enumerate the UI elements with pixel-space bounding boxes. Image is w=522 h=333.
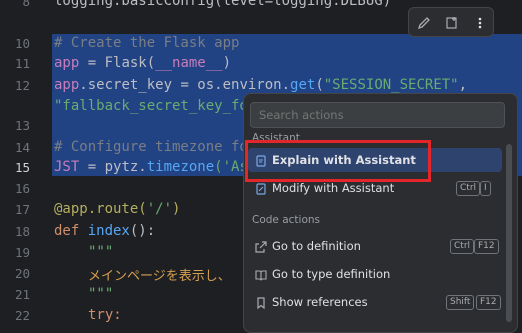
line-number: 12	[14, 78, 30, 93]
assistant-add-icon[interactable]	[441, 12, 463, 34]
shortcut-key: Shift	[446, 295, 475, 310]
line-number: 17	[14, 202, 30, 217]
code-line-comment: # Configure timezone fo	[54, 139, 248, 155]
code-line: app.secret_key = os.environ.get("SESSION…	[54, 77, 468, 93]
shortcut-key: F12	[474, 239, 499, 254]
search-actions-input[interactable]	[250, 102, 505, 128]
code-line-docstring: """	[88, 286, 114, 302]
code-line-decorator: @app.route('/')	[54, 201, 181, 217]
code-line-docstring: メインページを表示し、	[88, 269, 231, 284]
menu-item-label: Show references	[272, 295, 368, 309]
menu-item-show-references[interactable]: Show references Shift F12	[248, 290, 502, 314]
shortcut-key: Ctrl	[456, 181, 481, 196]
line-number: 8	[22, 0, 30, 9]
line-number: 18	[14, 224, 30, 239]
code-line-comment: # Create the Flask app	[54, 35, 240, 51]
line-number: 13	[14, 118, 30, 133]
shortcut-key: F12	[476, 295, 501, 310]
line-number: 21	[14, 287, 30, 302]
bookmark-icon	[254, 295, 268, 310]
floating-toolbar	[408, 7, 494, 37]
code-line: def index():	[54, 223, 156, 239]
popup-scrollbar[interactable]	[506, 144, 512, 322]
search-actions-popup: Assistant Explain with Assistant Modify …	[243, 93, 518, 333]
menu-item-label: Go to definition	[272, 239, 361, 253]
code-line-wrapped: "fallback_secret_key_fo	[54, 98, 248, 114]
line-number: 19	[14, 245, 30, 260]
external-link-icon	[254, 239, 268, 253]
assistant-modify-icon	[254, 181, 268, 195]
line-number: 14	[14, 140, 30, 155]
line-number: 22	[14, 308, 30, 323]
section-header-code-actions: Code actions	[252, 214, 321, 226]
line-number-gutter: 8 10 11 12 13 14 15 16 17 18 19 20 21 22	[0, 0, 44, 325]
annotation-highlight-box	[245, 140, 431, 182]
more-vert-icon[interactable]	[469, 12, 491, 34]
code-line: JST = pytz.timezone('As	[54, 159, 248, 175]
line-number: 10	[14, 36, 30, 51]
line-number-current: 15	[14, 160, 30, 175]
code-line-docstring: """	[88, 244, 114, 260]
shortcut-key: Ctrl	[450, 239, 475, 254]
line-number: 11	[14, 56, 30, 71]
line-number: 16	[14, 181, 30, 196]
code-line: app = Flask(__name__)	[54, 55, 232, 71]
menu-item-label: Go to type definition	[272, 267, 391, 281]
code-line: logging.basicConfig(level=logging.DEBUG)	[54, 0, 392, 9]
line-number: 20	[14, 266, 30, 281]
book-icon	[254, 267, 268, 281]
edit-pencil-icon[interactable]	[413, 12, 435, 34]
menu-item-go-to-type-definition[interactable]: Go to type definition	[248, 262, 502, 286]
code-line: try:	[88, 307, 122, 323]
shortcut-key: I	[480, 181, 491, 196]
menu-item-go-to-definition[interactable]: Go to definition Ctrl F12	[248, 234, 502, 258]
menu-item-label: Modify with Assistant	[272, 181, 395, 195]
